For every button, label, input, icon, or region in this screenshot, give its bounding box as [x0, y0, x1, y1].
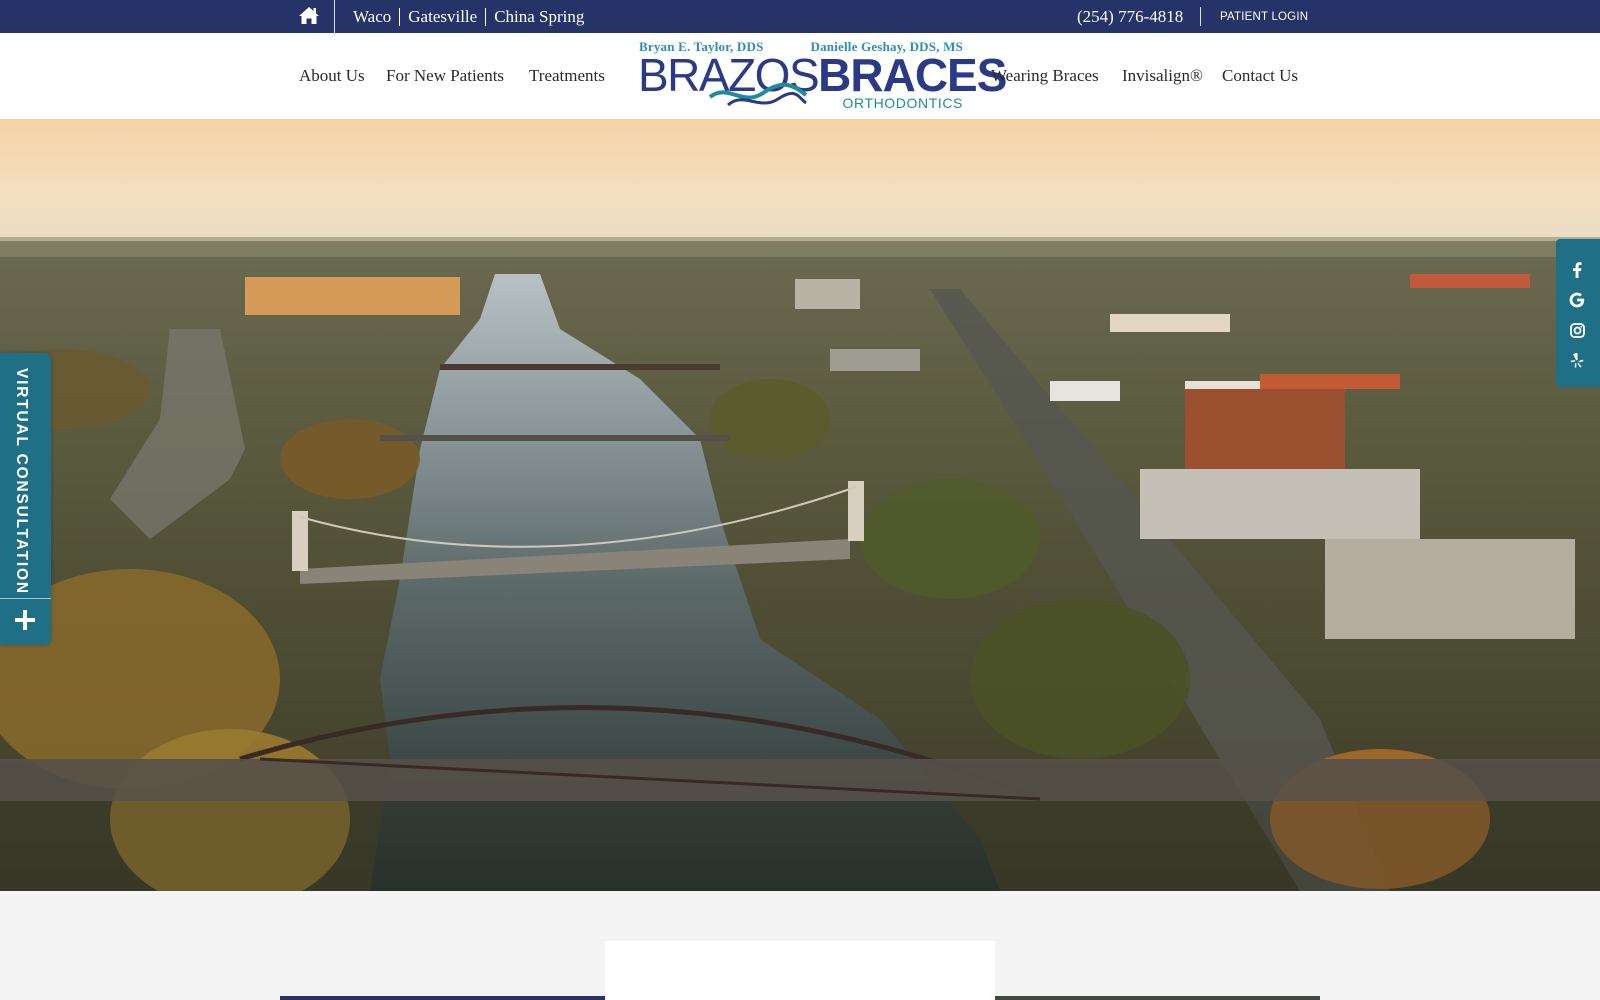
- virtual-consultation-divider: [0, 598, 51, 599]
- virtual-consultation-tab[interactable]: VIRTUAL CONSULTATION: [0, 353, 51, 645]
- location-links: Waco Gatesville China Spring: [353, 0, 584, 33]
- nav-for-new-patients[interactable]: For New Patients: [386, 33, 504, 119]
- nav-wearing-braces[interactable]: Wearing Braces: [991, 33, 1099, 119]
- social-links-bar: [1556, 239, 1600, 387]
- top-bar-divider: [1200, 7, 1201, 26]
- nav-treatments[interactable]: Treatments: [529, 33, 605, 119]
- facebook-icon[interactable]: [1568, 261, 1586, 279]
- yelp-icon[interactable]: [1568, 351, 1586, 369]
- logo-wave-icon: [708, 82, 808, 107]
- logo-orthodontics-text: ORTHODONTICS: [842, 95, 963, 111]
- logo-wordmark: BRAZOSBRACES: [638, 49, 1007, 101]
- nav-contact-us[interactable]: Contact Us: [1222, 33, 1298, 119]
- home-icon[interactable]: [298, 6, 322, 26]
- top-bar-divider: [334, 0, 335, 33]
- location-link-gatesville[interactable]: Gatesville: [408, 7, 477, 27]
- location-link-china-spring[interactable]: China Spring: [494, 7, 584, 27]
- virtual-consultation-label: VIRTUAL CONSULTATION: [13, 368, 30, 595]
- logo-braces-text: BRACES: [818, 49, 1007, 101]
- content-card: [605, 941, 995, 1000]
- section-strip-right: [995, 996, 1320, 1000]
- nav-invisalign[interactable]: Invisalign®: [1122, 33, 1203, 119]
- hero-banner-image: [0, 119, 1600, 891]
- nav-about-us[interactable]: About Us: [299, 33, 365, 119]
- plus-icon: [15, 610, 35, 630]
- phone-link[interactable]: (254) 776-4818: [1077, 0, 1183, 33]
- waco-aerial-photo: [0, 119, 1600, 891]
- brazos-braces-logo[interactable]: Bryan E. Taylor, DDS Danielle Geshay, DD…: [638, 39, 1007, 115]
- patient-login-link[interactable]: PATIENT LOGIN: [1220, 0, 1308, 33]
- site-header: About Us For New Patients Treatments Bry…: [0, 33, 1600, 119]
- google-icon[interactable]: [1568, 291, 1586, 309]
- instagram-icon[interactable]: [1568, 321, 1586, 339]
- section-strip-left: [280, 996, 605, 1000]
- location-link-waco[interactable]: Waco: [353, 7, 391, 27]
- top-bar: Waco Gatesville China Spring (254) 776-4…: [0, 0, 1600, 33]
- location-separator: [399, 7, 401, 26]
- location-separator: [485, 7, 487, 26]
